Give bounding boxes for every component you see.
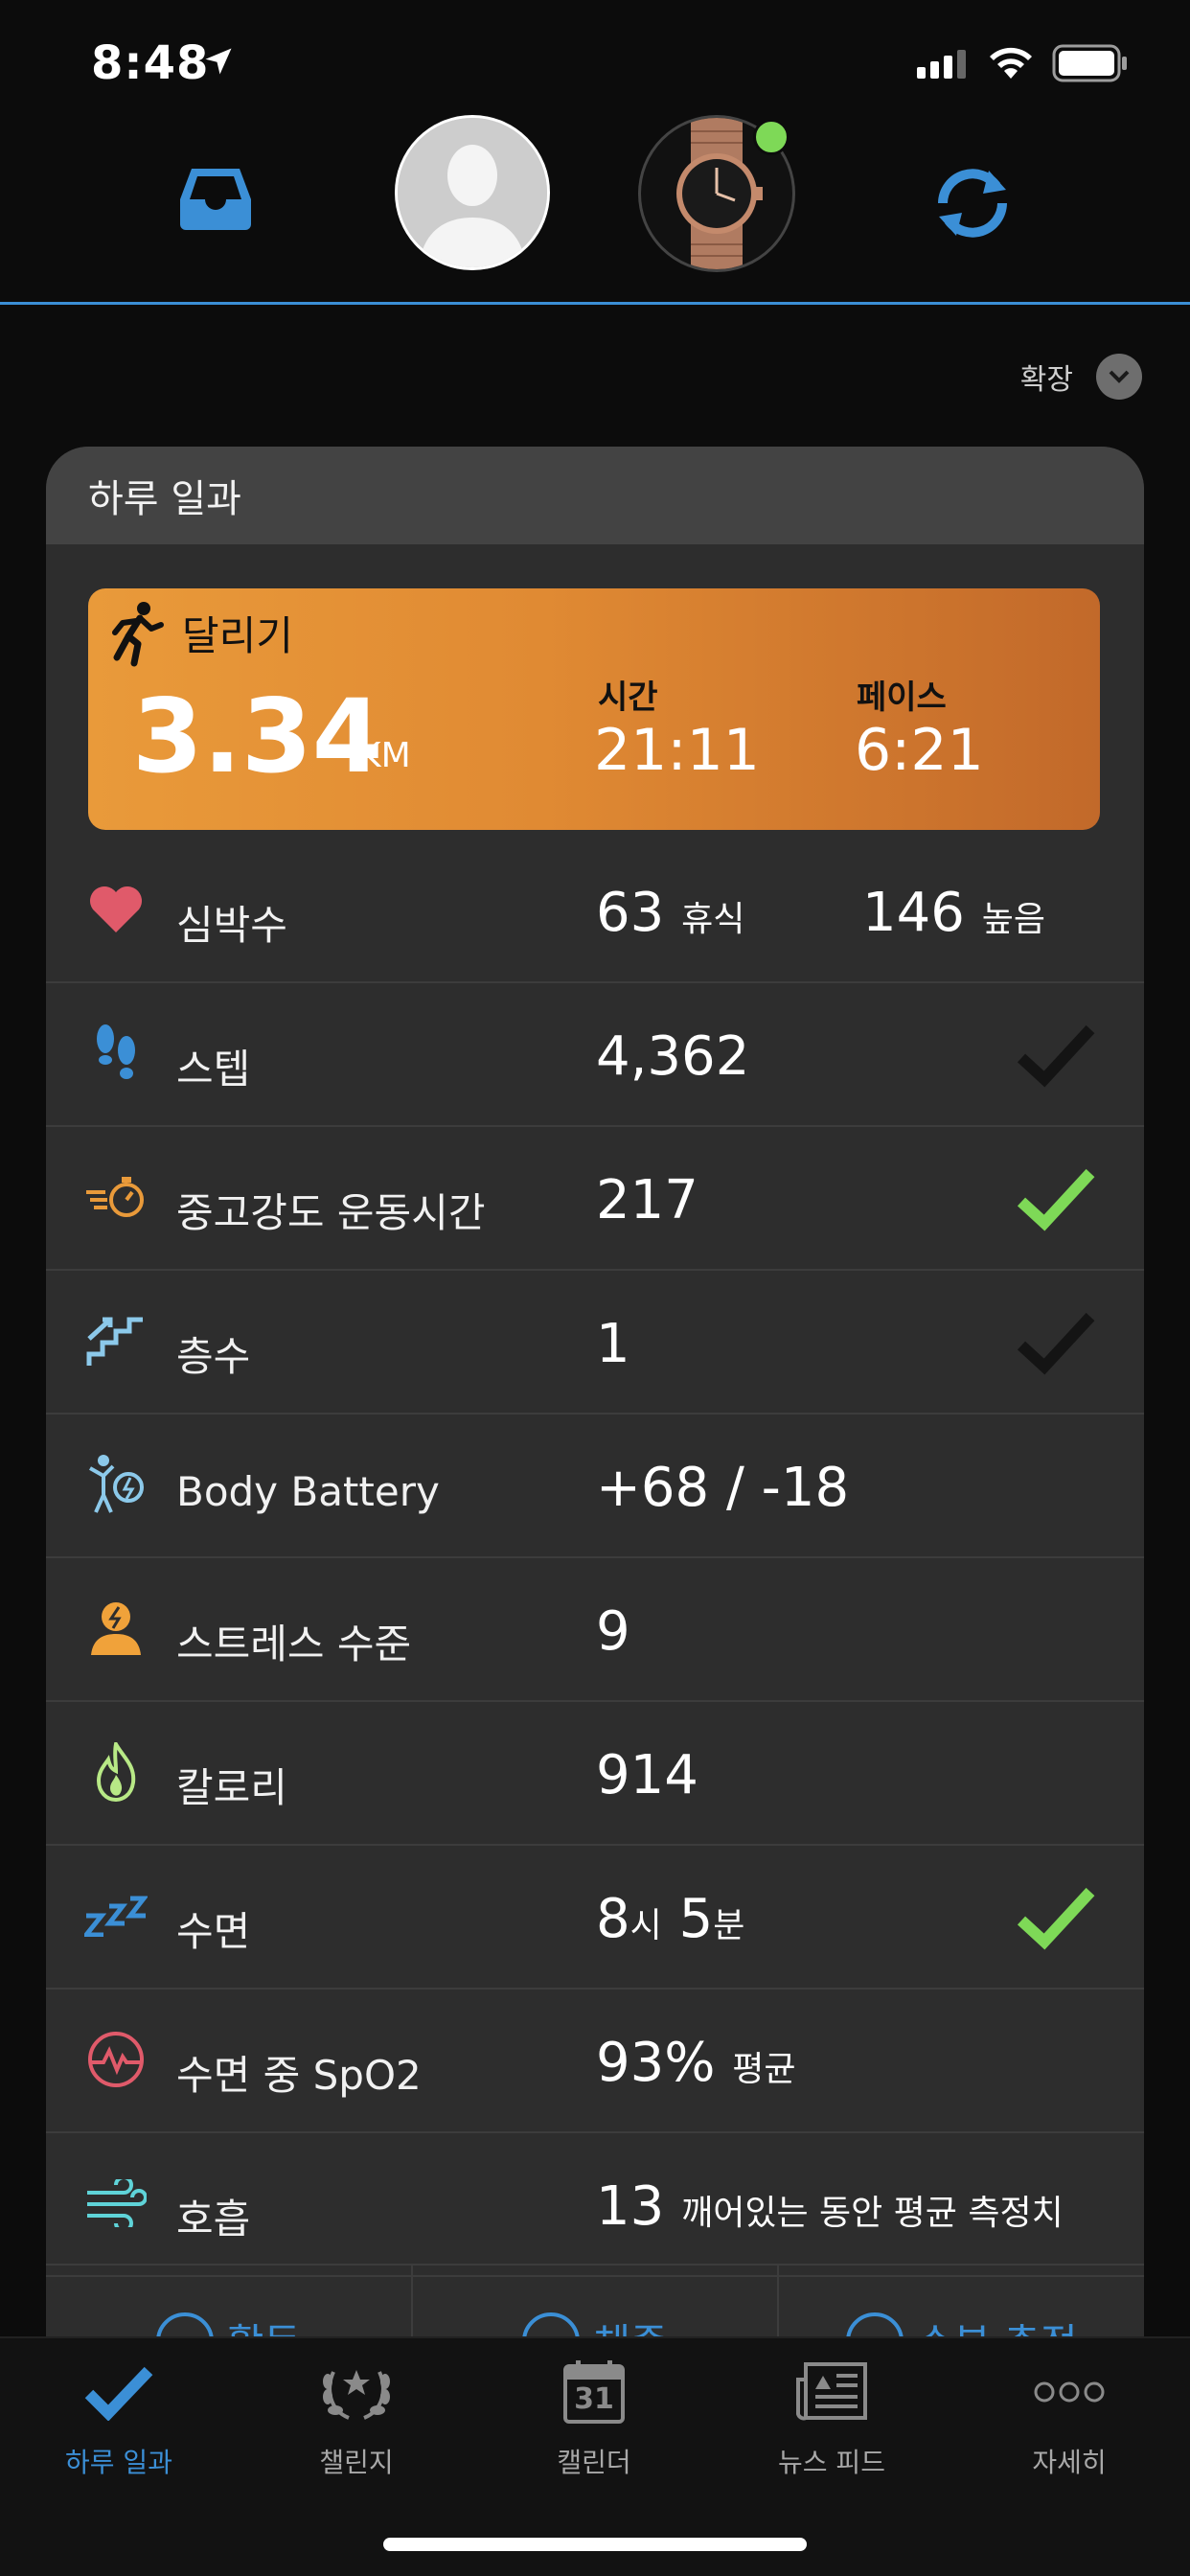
tab-more[interactable]: 자세히	[950, 2356, 1188, 2499]
avatar-silhouette-icon	[398, 118, 547, 267]
battery-icon	[1052, 44, 1127, 82]
spo2-icon	[82, 2026, 149, 2093]
run-distance-unit: KM	[358, 736, 411, 775]
metric-value: 217	[596, 1169, 698, 1231]
card-header: 하루 일과	[46, 447, 1144, 544]
inbox-tray-icon[interactable]	[178, 165, 253, 232]
add-activity-button[interactable]: 활동	[46, 2266, 413, 2344]
connection-status-dot	[753, 119, 790, 155]
quick-add-buttons: 활동 체중 수분 측정	[46, 2264, 1144, 2344]
run-label: 달리기	[182, 612, 293, 659]
metric-value: 1	[596, 1313, 630, 1375]
metric-row-body-battery[interactable]: Body Battery +68 / -18	[46, 1414, 1144, 1558]
sleep-zzz-icon	[82, 1882, 149, 1949]
newspaper-icon	[793, 2356, 870, 2428]
metric-row-floors[interactable]: 층수 1	[46, 1271, 1144, 1414]
tab-label: 자세히	[1032, 2447, 1107, 2478]
laurel-icon	[318, 2356, 395, 2428]
body-battery-icon	[82, 1451, 149, 1518]
expand-toggle[interactable]: 확장	[1020, 351, 1142, 402]
home-indicator[interactable]	[383, 2538, 807, 2551]
status-time: 8:48	[91, 36, 210, 90]
metric-label: 칼로리	[176, 1764, 287, 1811]
chevron-down-icon	[1096, 354, 1142, 400]
metric-label: 수면 중 SpO2	[176, 2052, 422, 2099]
tab-label: 캘린더	[557, 2447, 631, 2478]
tab-label: 뉴스 피드	[778, 2447, 885, 2478]
cellular-signal-icon	[917, 50, 966, 79]
metric-value: 13 깨어있는 동안 평균 측정치	[596, 2175, 1064, 2238]
more-dots-icon	[1031, 2356, 1108, 2428]
flame-icon	[82, 1738, 149, 1806]
metric-value-secondary: 146 높음	[862, 882, 1045, 944]
goal-check-icon	[1017, 1024, 1095, 1088]
runner-icon	[112, 602, 164, 667]
metric-value: 93% 평균	[596, 2032, 796, 2094]
metric-row-calories[interactable]: 칼로리 914	[46, 1702, 1144, 1846]
calendar-icon: 31	[556, 2356, 632, 2428]
tab-my-day[interactable]: 하루 일과	[0, 2356, 238, 2499]
tab-label: 챌린지	[319, 2447, 394, 2478]
run-distance-value: 3.34	[132, 678, 383, 795]
metric-label: 심박수	[176, 902, 287, 949]
respiration-icon	[82, 2170, 149, 2237]
goal-check-icon	[1017, 1168, 1095, 1231]
run-time-label: 시간	[598, 678, 658, 717]
metric-row-respiration[interactable]: 호흡 13 깨어있는 동안 평균 측정치	[46, 2133, 1144, 2277]
tab-news-feed[interactable]: 뉴스 피드	[713, 2356, 950, 2499]
metric-row-spo2[interactable]: 수면 중 SpO2 93% 평균	[46, 1990, 1144, 2133]
goal-check-icon	[1017, 1312, 1095, 1375]
expand-label: 확장	[1019, 363, 1073, 397]
metric-label: 수면	[176, 1908, 251, 1955]
metric-label: 호흡	[176, 2196, 251, 2242]
metric-row-intensity-minutes[interactable]: 중고강도 운동시간 217	[46, 1127, 1144, 1271]
calendar-day: 31	[574, 2382, 614, 2416]
metric-value: 8시 5분	[596, 1888, 745, 1950]
sync-icon[interactable]	[929, 161, 1016, 245]
add-weight-button[interactable]: 체중	[413, 2266, 780, 2344]
metric-label: 스트레스 수준	[176, 1621, 412, 1668]
metric-value: 914	[596, 1744, 698, 1806]
metric-row-stress[interactable]: 스트레스 수준 9	[46, 1558, 1144, 1702]
status-bar: 8:48	[0, 0, 1190, 115]
heart-icon	[82, 876, 149, 943]
tab-challenges[interactable]: 챌린지	[238, 2356, 475, 2499]
user-avatar[interactable]	[395, 115, 550, 270]
my-day-card: 하루 일과 달리기 3.34 KM 시간 21:11 페이스 6:21 심박수 …	[46, 447, 1144, 2344]
goal-check-icon	[1017, 1887, 1095, 1950]
running-activity-banner[interactable]: 달리기 3.34 KM 시간 21:11 페이스 6:21	[88, 588, 1100, 830]
metric-label: 중고강도 운동시간	[176, 1189, 486, 1236]
app-header	[0, 105, 1190, 305]
card-title: 하루 일과	[88, 477, 241, 521]
metric-value: 63 휴식	[596, 882, 745, 944]
footsteps-icon	[82, 1020, 149, 1087]
metric-value: +68 / -18	[596, 1457, 850, 1519]
stairs-icon	[82, 1307, 149, 1374]
metrics-list: 심박수 63 휴식 146 높음 스텝 4,362 중고강도 운동시간 217 …	[46, 840, 1144, 2277]
stress-icon	[82, 1595, 149, 1662]
run-pace-value: 6:21	[855, 717, 984, 784]
checkmark-icon	[80, 2356, 157, 2428]
metric-row-heart-rate[interactable]: 심박수 63 휴식 146 높음	[46, 840, 1144, 983]
add-hydration-button[interactable]: 수분 측정	[779, 2266, 1144, 2344]
run-pace-label: 페이스	[857, 678, 947, 717]
location-arrow-icon	[205, 48, 232, 75]
metric-label: Body Battery	[176, 1468, 440, 1515]
wifi-icon	[990, 47, 1032, 79]
metric-row-sleep[interactable]: 수면 8시 5분	[46, 1846, 1144, 1990]
metric-label: 층수	[176, 1333, 251, 1380]
metric-value: 9	[596, 1600, 630, 1663]
metric-label: 스텝	[176, 1046, 251, 1092]
tab-label: 하루 일과	[65, 2447, 172, 2478]
metric-row-steps[interactable]: 스텝 4,362	[46, 983, 1144, 1127]
run-time-value: 21:11	[594, 717, 760, 784]
tab-calendar[interactable]: 31 캘린더	[475, 2356, 713, 2499]
intensity-stopwatch-icon	[82, 1163, 149, 1230]
metric-value: 4,362	[596, 1025, 750, 1088]
